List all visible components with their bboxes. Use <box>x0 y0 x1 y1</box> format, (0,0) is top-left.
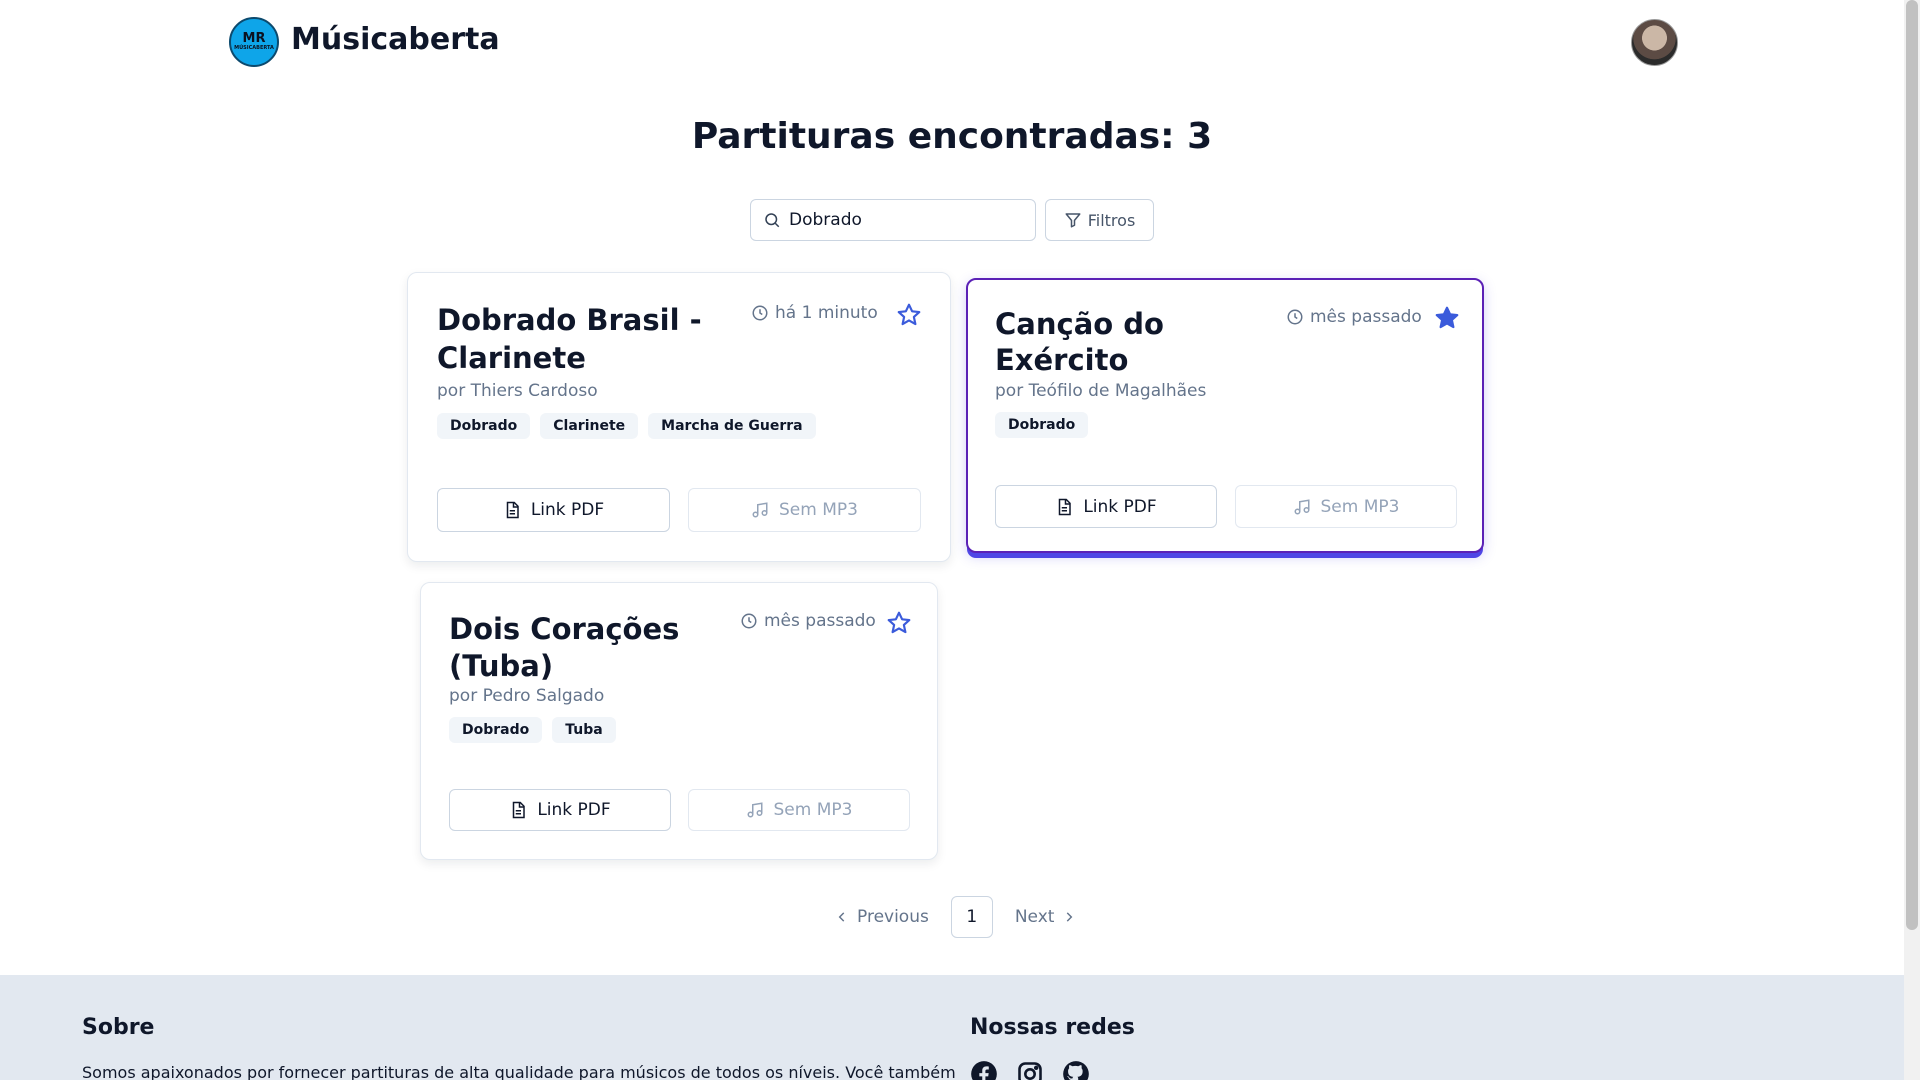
tag[interactable]: Dobrado <box>995 412 1089 438</box>
footer-about-title: Sobre <box>82 1015 155 1040</box>
score-card: Dois Corações (Tuba) por Pedro Salgado m… <box>420 582 938 860</box>
star-outline-icon[interactable] <box>896 302 922 328</box>
card-author: por Pedro Salgado <box>449 686 605 706</box>
card-title: Dobrado Brasil - Clarinete <box>437 301 702 377</box>
social-links <box>970 1060 1090 1080</box>
logo-subtext: MÚSICABERTA <box>234 45 274 51</box>
pdf-link-label: Link PDF <box>1083 496 1157 517</box>
pagination-previous[interactable]: Previous <box>835 907 929 927</box>
search-icon <box>765 213 780 228</box>
music-note-icon <box>747 802 763 818</box>
score-card: Dobrado Brasil - Clarinete por Thiers Ca… <box>407 272 951 562</box>
pagination-previous-label: Previous <box>857 907 929 927</box>
tag[interactable]: Clarinete <box>540 413 639 439</box>
mp3-button[interactable]: Sem MP3 <box>1235 485 1457 528</box>
tag[interactable]: Dobrado <box>437 413 531 439</box>
tag[interactable]: Dobrado <box>449 717 543 743</box>
music-note-icon <box>1294 498 1310 514</box>
star-filled-icon[interactable] <box>1434 305 1460 331</box>
card-tags: Dobrado Tuba <box>449 717 616 743</box>
filter-icon <box>1065 213 1081 228</box>
clock-icon <box>1287 309 1303 325</box>
filter-label: Filtros <box>1087 210 1136 230</box>
card-time: mês passado <box>740 611 876 631</box>
music-note-icon <box>752 502 768 518</box>
pdf-link-button[interactable]: Link PDF <box>437 488 670 532</box>
card-title-line: Dois Corações <box>449 612 680 646</box>
search-input[interactable]: Dobrado <box>750 199 1036 241</box>
chevron-right-icon <box>1067 912 1073 922</box>
search-value: Dobrado <box>789 210 862 230</box>
pdf-link-label: Link PDF <box>530 500 605 520</box>
chevron-left-icon <box>838 912 845 922</box>
card-time-text: mês passado <box>764 611 876 631</box>
tag[interactable]: Tuba <box>552 717 616 743</box>
pagination-next[interactable]: Next <box>1015 907 1077 927</box>
pagination-page-current[interactable]: 1 <box>950 896 993 938</box>
file-icon <box>1059 498 1072 515</box>
card-time: há 1 minuto <box>751 303 878 323</box>
avatar[interactable] <box>1631 19 1678 66</box>
card-title-line: Canção do <box>995 307 1164 341</box>
clock-icon <box>741 613 757 629</box>
pdf-link-button[interactable]: Link PDF <box>449 789 671 831</box>
card-tags: Dobrado <box>995 412 1089 438</box>
file-icon <box>506 501 519 519</box>
mp3-button[interactable]: Sem MP3 <box>688 789 910 831</box>
card-author: por Teófilo de Magalhães <box>995 381 1207 401</box>
card-title-line: (Tuba) <box>449 649 554 683</box>
card-title-line: Clarinete <box>437 341 586 375</box>
header: MR MÚSICABERTA Músicaberta <box>0 0 1904 84</box>
score-card: Canção do Exército por Teófilo de Magalh… <box>966 278 1484 553</box>
github-icon[interactable] <box>1062 1060 1090 1080</box>
logo[interactable]: MR MÚSICABERTA <box>229 17 279 67</box>
filter-button[interactable]: Filtros <box>1045 199 1154 241</box>
card-tags: Dobrado Clarinete Marcha de Guerra <box>437 413 816 439</box>
card-author: por Thiers Cardoso <box>437 381 598 401</box>
footer-social-title: Nossas redes <box>970 1015 1135 1040</box>
pdf-link-label: Link PDF <box>537 800 611 820</box>
brand-name[interactable]: Músicaberta <box>291 22 500 57</box>
tag[interactable]: Marcha de Guerra <box>648 413 816 439</box>
card-title: Dois Corações (Tuba) <box>449 611 679 685</box>
card-title-line: Exército <box>995 343 1129 377</box>
mp3-label: Sem MP3 <box>779 500 858 520</box>
card-title: Canção do Exército <box>995 306 1164 378</box>
clock-icon <box>752 305 768 321</box>
card-time-text: mês passado <box>1310 307 1422 327</box>
scrollbar[interactable] <box>1904 0 1920 1080</box>
facebook-icon[interactable] <box>970 1060 998 1080</box>
logo-text: MR <box>242 31 266 46</box>
card-time-text: há 1 minuto <box>775 303 878 323</box>
star-outline-icon[interactable] <box>886 610 912 636</box>
file-icon <box>513 801 526 819</box>
page-title: Partituras encontradas: 3 <box>691 116 1213 157</box>
pagination: Previous 1 Next <box>835 896 1076 938</box>
mp3-label: Sem MP3 <box>1320 496 1400 517</box>
pagination-next-label: Next <box>1014 907 1055 927</box>
instagram-icon[interactable] <box>1016 1060 1044 1080</box>
mp3-label: Sem MP3 <box>773 800 853 820</box>
scrollbar-thumb[interactable] <box>1906 0 1918 930</box>
mp3-button[interactable]: Sem MP3 <box>688 488 921 532</box>
footer-about-text: Somos apaixonados por fornecer partitura… <box>82 1063 956 1080</box>
pdf-link-button[interactable]: Link PDF <box>995 485 1217 528</box>
card-time: mês passado <box>1286 307 1422 327</box>
card-title-line: Dobrado Brasil - <box>437 303 702 337</box>
